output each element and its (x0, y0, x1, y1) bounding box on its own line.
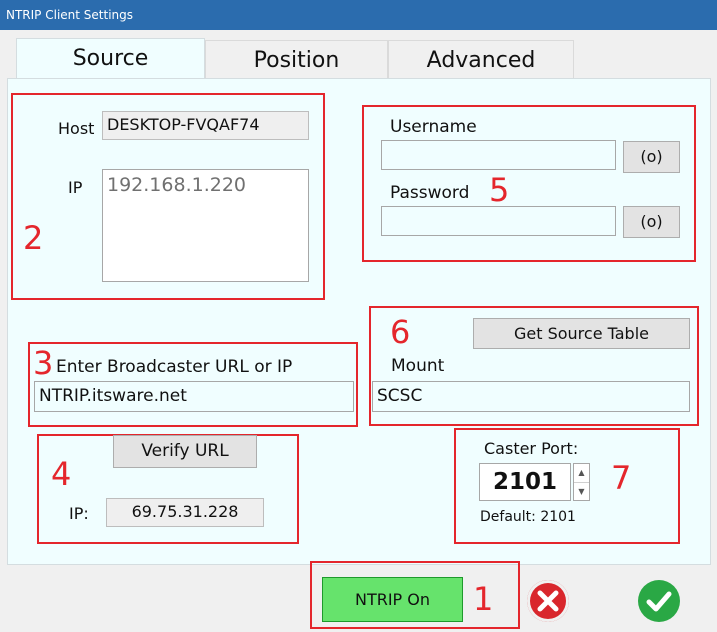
marker-6: 6 (390, 313, 411, 351)
verify-ip-label: IP: (69, 504, 89, 523)
marker-5: 5 (489, 171, 510, 209)
password-input[interactable] (381, 206, 616, 236)
checkmark-icon (646, 591, 672, 612)
host-field: DESKTOP-FVQAF74 (102, 111, 309, 140)
tab-position[interactable]: Position (205, 40, 388, 79)
broadcaster-label: Enter Broadcaster URL or IP (56, 357, 293, 377)
ok-button[interactable] (638, 580, 680, 622)
caster-port-label: Caster Port: (484, 439, 579, 458)
username-label: Username (390, 117, 477, 137)
mount-label: Mount (391, 356, 445, 376)
spin-down-icon[interactable]: ▼ (574, 483, 589, 501)
window-title: NTRIP Client Settings (0, 0, 717, 30)
caster-port-default: Default: 2101 (480, 509, 576, 525)
mount-input[interactable]: SCSC (372, 381, 690, 412)
marker-2: 2 (23, 219, 44, 257)
verify-ip-field: 69.75.31.228 (106, 498, 264, 527)
get-source-table-button[interactable]: Get Source Table (473, 318, 690, 349)
ntrip-on-button[interactable]: NTRIP On (322, 577, 463, 622)
caster-port-spinner[interactable]: ▲ ▼ (573, 463, 590, 501)
host-label: Host (58, 119, 95, 138)
username-input[interactable] (381, 140, 616, 170)
marker-1: 1 (473, 580, 494, 618)
marker-7: 7 (611, 459, 632, 497)
cancel-button[interactable] (527, 580, 569, 622)
password-label: Password (390, 183, 470, 203)
close-icon (537, 590, 559, 612)
broadcaster-input[interactable]: NTRIP.itsware.net (34, 381, 354, 412)
show-username-button[interactable]: (o) (623, 141, 680, 173)
marker-3: 3 (33, 344, 54, 382)
caster-port-input[interactable]: 2101 (479, 463, 571, 501)
verify-url-button[interactable]: Verify URL (113, 435, 257, 468)
spin-up-icon[interactable]: ▲ (574, 464, 589, 483)
tab-advanced[interactable]: Advanced (388, 40, 574, 79)
show-password-button[interactable]: (o) (623, 206, 680, 238)
tab-source[interactable]: Source (16, 38, 205, 78)
ip-list[interactable]: 192.168.1.220 (102, 169, 309, 282)
ip-label: IP (68, 178, 83, 197)
marker-4: 4 (51, 455, 72, 493)
